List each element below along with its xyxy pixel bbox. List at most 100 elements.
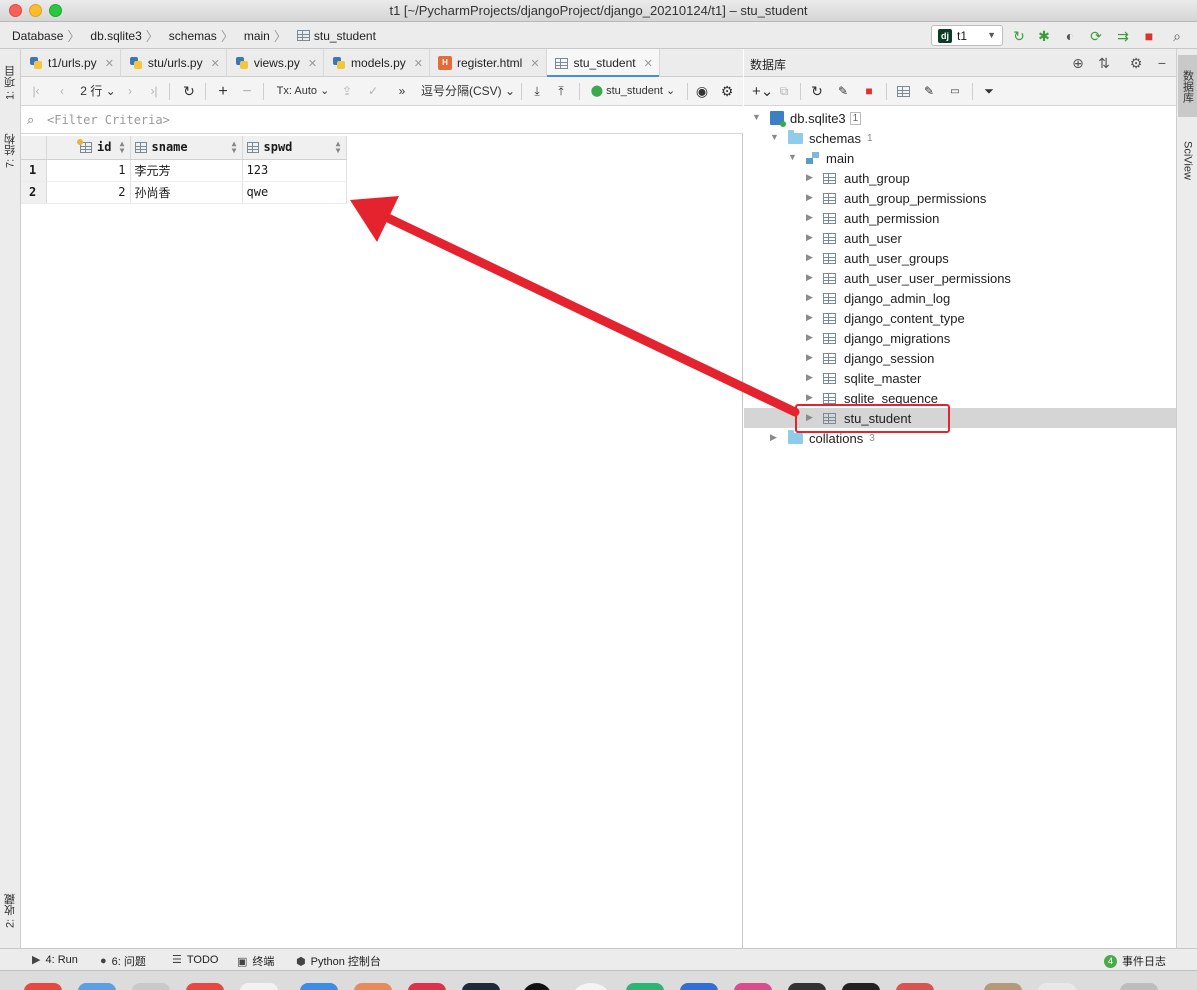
- chevron-right-icon[interactable]: ▶: [806, 392, 813, 403]
- tree-node-table[interactable]: ▶ auth_user: [744, 228, 1176, 248]
- chevron-right-icon[interactable]: ▶: [806, 232, 813, 243]
- chevron-right-icon[interactable]: ▶: [806, 312, 813, 323]
- tree-node-main[interactable]: ▼ main: [744, 148, 1176, 168]
- next-page-icon[interactable]: ›: [123, 83, 137, 100]
- run-configuration-select[interactable]: dj t1 ▼: [931, 25, 1003, 46]
- breadcrumb-db-sqlite3[interactable]: db.sqlite3 〉: [84, 26, 162, 45]
- more-icon[interactable]: »: [395, 83, 409, 100]
- close-icon[interactable]: ✕: [414, 57, 423, 70]
- minimize-window-button[interactable]: [29, 4, 42, 17]
- close-icon[interactable]: ✕: [105, 57, 114, 70]
- copy-icon[interactable]: ⧉: [776, 83, 792, 100]
- delete-row-icon[interactable]: −: [239, 83, 255, 100]
- terminal-tool-button[interactable]: ▣ 终端: [237, 953, 274, 969]
- project-tool-tab[interactable]: 1: 项目: [1, 57, 20, 109]
- table-view-icon[interactable]: [894, 83, 912, 100]
- favorites-tool-tab[interactable]: 2: 收藏: [1, 881, 20, 941]
- column-header-id[interactable]: id ▲ ▼: [46, 136, 131, 160]
- dock-app-icon[interactable]: [572, 983, 610, 990]
- dock-app-icon[interactable]: [408, 983, 446, 990]
- dock-app-icon[interactable]: [354, 983, 392, 990]
- chevron-right-icon[interactable]: ▶: [806, 172, 813, 183]
- gear-icon[interactable]: ⚙: [718, 83, 736, 100]
- sort-icon[interactable]: ▲ ▼: [120, 140, 125, 155]
- dock-app-icon[interactable]: [300, 983, 338, 990]
- cell-sname[interactable]: 李元芳: [130, 159, 243, 182]
- cell-id[interactable]: 1: [46, 159, 131, 182]
- run-tool-button[interactable]: ▶ 4: Run: [32, 953, 78, 967]
- add-row-icon[interactable]: +: [215, 83, 231, 100]
- close-icon[interactable]: ✕: [308, 57, 317, 70]
- hide-panel-icon[interactable]: −: [1154, 55, 1170, 71]
- locate-icon[interactable]: ⊕: [1070, 55, 1086, 71]
- tree-node-table[interactable]: ▶ auth_group: [744, 168, 1176, 188]
- zoom-window-button[interactable]: [49, 4, 62, 17]
- dock-app-icon[interactable]: [896, 983, 934, 990]
- tree-node-table[interactable]: ▶ auth_user_user_permissions: [744, 268, 1176, 288]
- tab-stu-urls[interactable]: stu/urls.py ✕: [121, 49, 227, 77]
- tree-node-table[interactable]: ▶ django_admin_log: [744, 288, 1176, 308]
- dock-trash-icon[interactable]: [1120, 983, 1158, 990]
- breadcrumb-database[interactable]: Database 〉: [6, 26, 84, 45]
- chevron-right-icon[interactable]: ▶: [770, 432, 777, 443]
- chevron-right-icon[interactable]: ▶: [806, 212, 813, 223]
- dock-app-icon[interactable]: [734, 983, 772, 990]
- dock-app-icon[interactable]: [984, 983, 1022, 990]
- dock-app-icon[interactable]: [522, 983, 552, 990]
- close-icon[interactable]: ✕: [644, 57, 653, 70]
- chevron-right-icon[interactable]: ▶: [806, 252, 813, 263]
- tab-register-html[interactable]: Hregister.html ✕: [430, 49, 547, 77]
- add-datasource-icon[interactable]: +⌄: [752, 83, 773, 100]
- tree-node-table[interactable]: ▶ auth_group_permissions: [744, 188, 1176, 208]
- tree-node-table[interactable]: ▶ django_session: [744, 348, 1176, 368]
- submit-icon[interactable]: ✓: [365, 83, 381, 100]
- breadcrumb-schemas[interactable]: schemas 〉: [163, 26, 238, 45]
- transaction-mode-select[interactable]: Tx: Auto ⌄: [275, 83, 331, 100]
- dock-app-icon[interactable]: [462, 983, 500, 990]
- filter-criteria-input[interactable]: [47, 111, 727, 129]
- tree-node-table[interactable]: ▶ sqlite_master: [744, 368, 1176, 388]
- collapse-all-icon[interactable]: ⇅: [1096, 55, 1112, 71]
- event-log-tool-button[interactable]: 4 事件日志: [1104, 953, 1166, 969]
- breadcrumb-main[interactable]: main 〉: [238, 26, 291, 45]
- table-row[interactable]: 1 1 李元芳 123: [21, 159, 347, 182]
- dock-app-icon[interactable]: [680, 983, 718, 990]
- gear-icon[interactable]: ⚙: [1128, 55, 1144, 71]
- chevron-right-icon[interactable]: ▶: [806, 292, 813, 303]
- close-icon[interactable]: ✕: [530, 57, 539, 70]
- tab-stu-student[interactable]: stu_student ✕: [546, 49, 660, 78]
- disconnect-icon[interactable]: ■: [860, 83, 878, 100]
- table-session-select[interactable]: ⬤ stu_student ⌄: [587, 83, 679, 100]
- sort-icon[interactable]: ▲ ▼: [336, 140, 341, 155]
- export-icon[interactable]: ⤓: [529, 83, 545, 100]
- tab-t1-urls[interactable]: t1/urls.py ✕: [21, 49, 121, 77]
- previous-page-icon[interactable]: ‹: [55, 83, 69, 100]
- debug-icon[interactable]: ✱: [1036, 28, 1052, 44]
- search-everywhere-icon[interactable]: ⌕: [1169, 28, 1185, 44]
- chevron-right-icon[interactable]: ▶: [806, 352, 813, 363]
- todo-tool-button[interactable]: ☰ TODO: [172, 953, 218, 967]
- column-header-spwd[interactable]: spwd ▲ ▼: [242, 136, 347, 160]
- edit-icon[interactable]: ✎: [920, 83, 938, 100]
- tree-node-table[interactable]: ▶ auth_user_groups: [744, 248, 1176, 268]
- dock-app-icon[interactable]: [1038, 983, 1076, 990]
- table-row[interactable]: 2 2 孙尚香 qwe: [21, 181, 347, 204]
- sciview-tool-tab[interactable]: SciView: [1178, 129, 1197, 191]
- chevron-down-icon[interactable]: ▼: [752, 112, 761, 122]
- dock-app-icon[interactable]: [788, 983, 826, 990]
- dock-app-icon[interactable]: [78, 983, 116, 990]
- commit-icon[interactable]: ⇪: [339, 83, 355, 100]
- rerun-icon[interactable]: ↻: [1011, 28, 1027, 44]
- dock-app-icon[interactable]: [626, 983, 664, 990]
- dock-app-icon[interactable]: [842, 983, 880, 990]
- reload-icon[interactable]: ↻: [181, 83, 197, 100]
- export-format-select[interactable]: 逗号分隔(CSV) ⌄: [421, 83, 515, 100]
- tree-node-db-sqlite3[interactable]: ▼ db.sqlite3 1: [744, 108, 1176, 128]
- tree-node-schemas[interactable]: ▼ schemas 1: [744, 128, 1176, 148]
- breadcrumb-stu-student[interactable]: stu_student: [291, 29, 380, 43]
- chevron-down-icon[interactable]: ▼: [788, 152, 797, 162]
- tab-views[interactable]: views.py ✕: [227, 49, 325, 77]
- tree-node-table[interactable]: ▶ auth_permission: [744, 208, 1176, 228]
- concurrency-icon[interactable]: ⇉: [1115, 28, 1131, 44]
- last-page-icon[interactable]: ›|: [147, 83, 161, 100]
